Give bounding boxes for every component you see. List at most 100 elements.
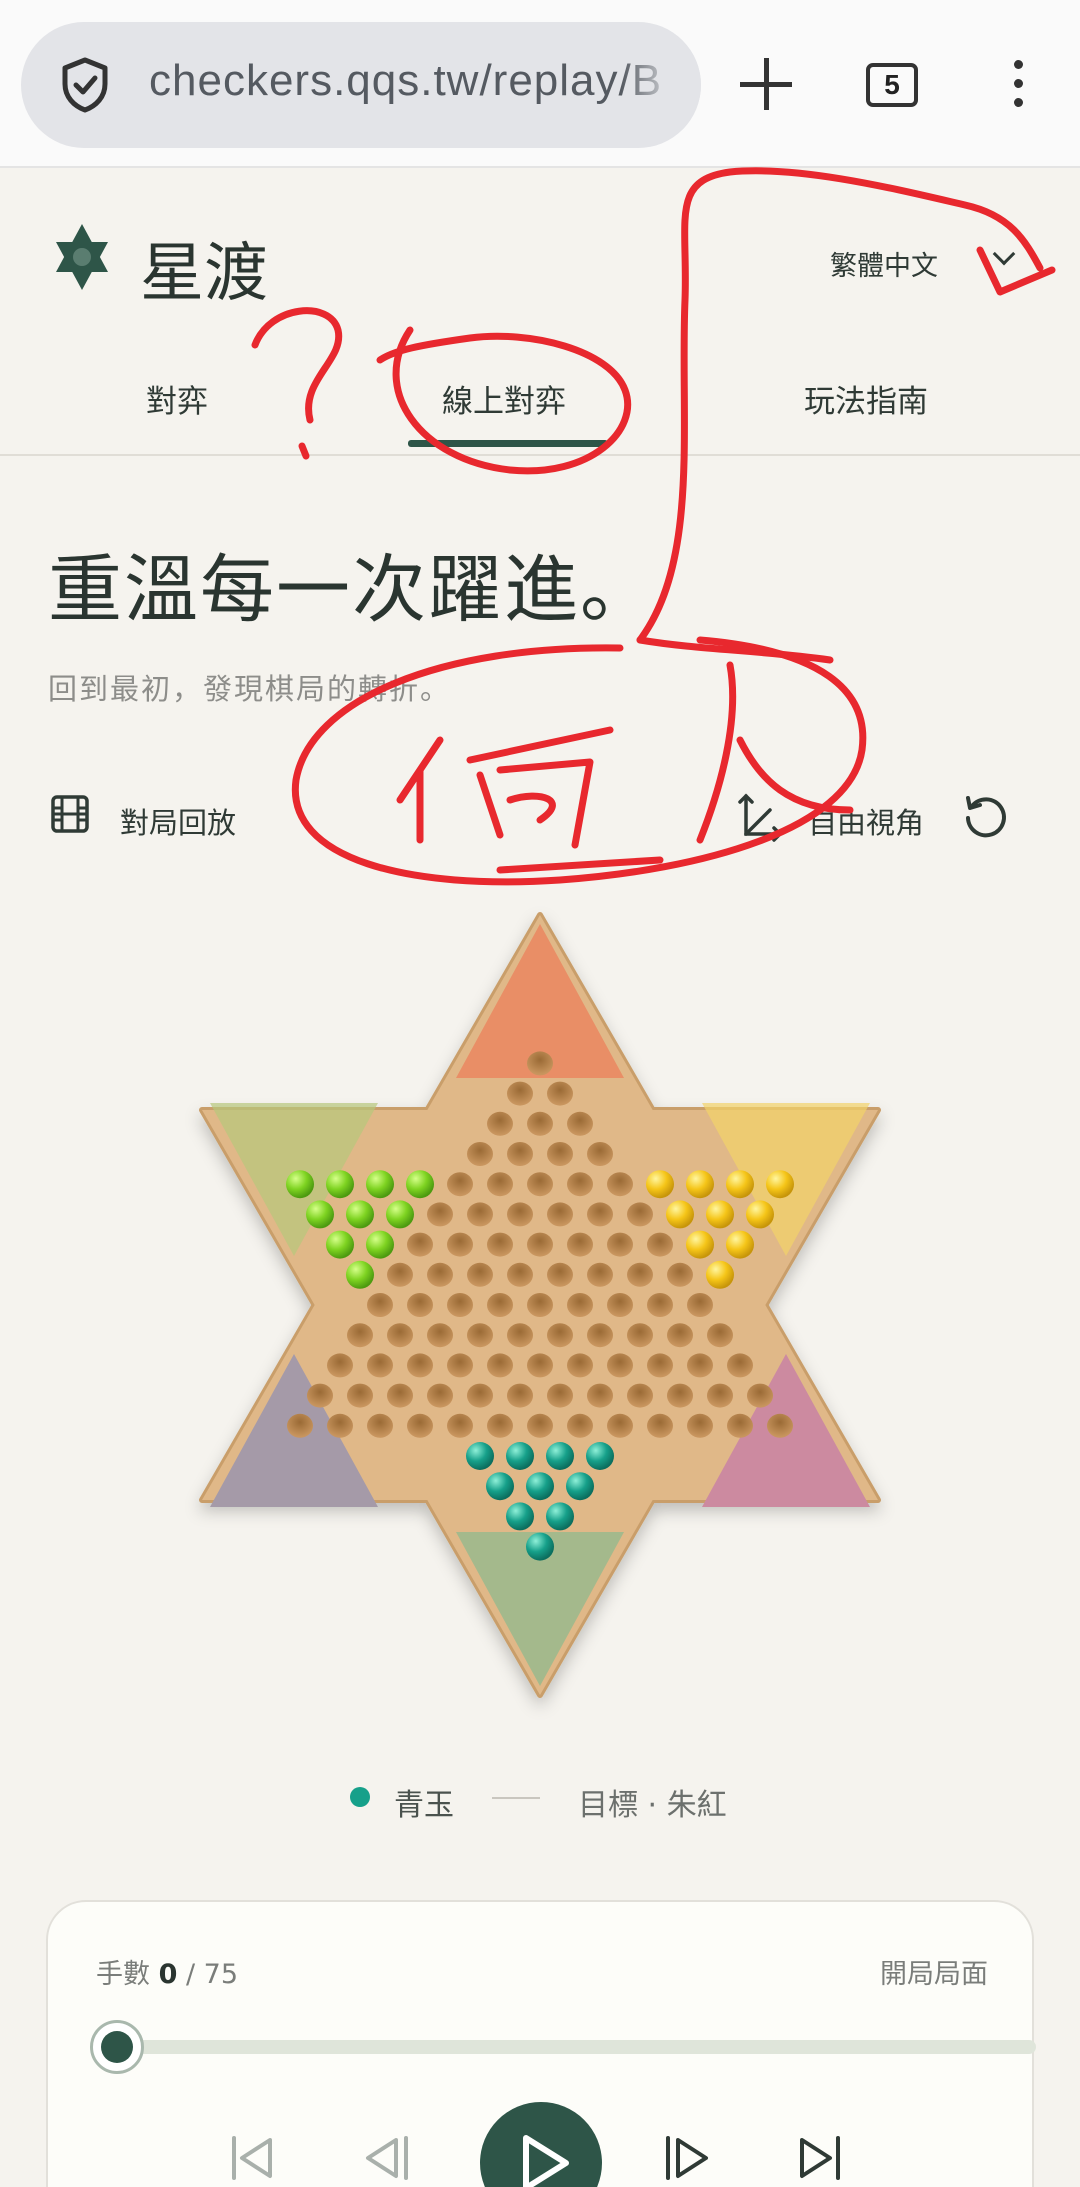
board-hole[interactable] [627,1262,653,1287]
board-hole[interactable] [547,1142,573,1166]
teal-marble[interactable] [486,1472,514,1501]
board-hole[interactable] [507,1383,533,1408]
board-hole[interactable] [547,1323,573,1348]
teal-marble[interactable] [506,1502,534,1531]
skip-to-start-icon[interactable] [226,2134,278,2182]
board-hole[interactable] [567,1111,593,1136]
yellow-marble[interactable] [706,1200,734,1229]
board-hole[interactable] [487,1111,513,1136]
board-hole[interactable] [507,1142,533,1166]
board-hole[interactable] [347,1383,373,1408]
new-tab-icon[interactable] [740,58,792,110]
board-hole[interactable] [667,1383,693,1408]
yellow-marble[interactable] [726,1230,754,1259]
board-hole[interactable] [727,1413,753,1438]
chevron-down-icon[interactable] [992,242,1016,266]
play-icon[interactable] [480,2102,602,2187]
board-hole[interactable] [607,1172,633,1197]
yellow-marble[interactable] [706,1260,734,1289]
yellow-marble[interactable] [646,1170,674,1199]
board-hole[interactable] [487,1232,513,1257]
board-hole[interactable] [647,1353,673,1378]
board-hole[interactable] [727,1353,753,1378]
board-hole[interactable] [487,1172,513,1197]
nav-play[interactable]: 對弈 [146,376,208,421]
board-hole[interactable] [607,1413,633,1438]
yellow-marble[interactable] [726,1170,754,1199]
board-hole[interactable] [607,1293,633,1317]
board-hole[interactable] [467,1142,493,1166]
address-bar[interactable]: checkers.qqs.tw/replay/B [21,22,701,148]
board-hole[interactable] [527,1293,553,1317]
board-hole[interactable] [447,1413,473,1438]
green-marble[interactable] [326,1170,354,1199]
board-hole[interactable] [527,1232,553,1257]
board-hole[interactable] [547,1383,573,1408]
board-hole[interactable] [507,1323,533,1348]
board-hole[interactable] [587,1383,613,1408]
green-marble[interactable] [306,1200,334,1229]
yellow-marble[interactable] [766,1170,794,1199]
board-hole[interactable] [647,1232,673,1257]
board-hole[interactable] [347,1323,373,1348]
teal-marble[interactable] [506,1442,534,1470]
board-hole[interactable] [387,1383,413,1408]
brand-name[interactable]: 星渡 [140,222,268,314]
board-hole[interactable] [687,1413,713,1438]
skip-to-end-icon[interactable] [794,2134,846,2182]
yellow-marble[interactable] [746,1200,774,1229]
green-marble[interactable] [386,1200,414,1229]
progress-track[interactable] [96,2040,1036,2054]
board-hole[interactable] [307,1383,333,1408]
star-logo-icon[interactable] [50,222,114,292]
board-hole[interactable] [287,1413,313,1438]
board-hole[interactable] [447,1293,473,1317]
board-hole[interactable] [387,1262,413,1287]
board-hole[interactable] [467,1202,493,1227]
board-hole[interactable] [387,1323,413,1348]
yellow-marble[interactable] [666,1200,694,1229]
board-hole[interactable] [707,1383,733,1408]
teal-marble[interactable] [586,1442,614,1470]
board-hole[interactable] [427,1262,453,1287]
board-hole[interactable] [547,1262,573,1287]
green-marble[interactable] [286,1170,314,1199]
board-hole[interactable] [507,1202,533,1227]
board-hole[interactable] [687,1293,713,1317]
board-hole[interactable] [707,1323,733,1348]
progress-slider-thumb[interactable] [90,2020,144,2074]
board-hole[interactable] [687,1353,713,1378]
board-hole[interactable] [587,1262,613,1287]
board-hole[interactable] [527,1413,553,1438]
board-hole[interactable] [607,1232,633,1257]
board-hole[interactable] [487,1293,513,1317]
board-hole[interactable] [527,1051,553,1076]
yellow-marble[interactable] [686,1170,714,1199]
board-hole[interactable] [747,1383,773,1408]
free-view-icon[interactable] [736,792,784,842]
board-hole[interactable] [547,1202,573,1227]
board-hole[interactable] [407,1232,433,1257]
overflow-menu-icon[interactable] [1010,60,1026,110]
board-hole[interactable] [667,1323,693,1348]
green-marble[interactable] [346,1260,374,1289]
board-hole[interactable] [367,1413,393,1438]
board-hole[interactable] [647,1293,673,1317]
board-hole[interactable] [447,1232,473,1257]
board-hole[interactable] [467,1383,493,1408]
reset-view-icon[interactable] [962,792,1010,840]
yellow-marble[interactable] [686,1230,714,1259]
green-marble[interactable] [326,1230,354,1259]
board-hole[interactable] [427,1323,453,1348]
shield-icon[interactable] [59,56,111,114]
green-marble[interactable] [366,1170,394,1199]
teal-marble[interactable] [466,1442,494,1470]
step-forward-icon[interactable] [662,2134,714,2182]
board-hole[interactable] [507,1262,533,1287]
board-hole[interactable] [327,1413,353,1438]
green-marble[interactable] [346,1200,374,1229]
board-hole[interactable] [627,1323,653,1348]
board-hole[interactable] [567,1232,593,1257]
teal-marble[interactable] [566,1472,594,1501]
board-hole[interactable] [607,1353,633,1378]
